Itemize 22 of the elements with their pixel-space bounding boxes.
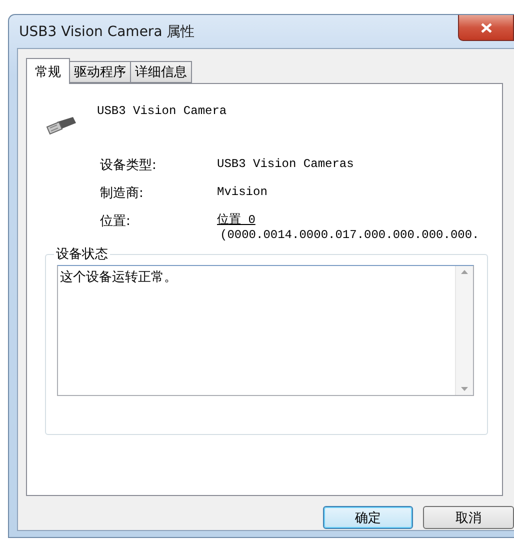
group-legend: 设备状态 (54, 245, 110, 263)
property-value: USB3 Vision Cameras (217, 156, 355, 173)
close-button[interactable] (458, 15, 514, 41)
property-label: 设备类型: (100, 157, 158, 174)
close-icon (480, 22, 492, 32)
property-value: 位置 0 (217, 212, 256, 229)
property-label: 位置: (100, 213, 132, 231)
scroll-down-icon (461, 387, 468, 391)
tab[interactable]: 驱动程序 (69, 61, 131, 83)
dialog-button[interactable]: 确定 (323, 506, 413, 529)
property-value: Mvision (217, 184, 268, 201)
scrollbar[interactable] (455, 266, 473, 395)
tab[interactable]: 常规 (26, 58, 70, 84)
status-text: 这个设备运转正常。 (59, 269, 178, 287)
device-name: USB3 Vision Camera (97, 104, 227, 118)
property-value: (0000.0014.0000.017.000.000.000.000. (220, 229, 480, 241)
status-text-area[interactable]: 这个设备运转正常。 (57, 265, 474, 396)
window-title: USB3 Vision Camera 属性 (19, 23, 195, 41)
scroll-up-icon (461, 270, 468, 274)
dialog-button[interactable]: 取消 (423, 506, 514, 529)
property-label: 制造商: (100, 185, 144, 202)
tab[interactable]: 详细信息 (130, 61, 192, 83)
